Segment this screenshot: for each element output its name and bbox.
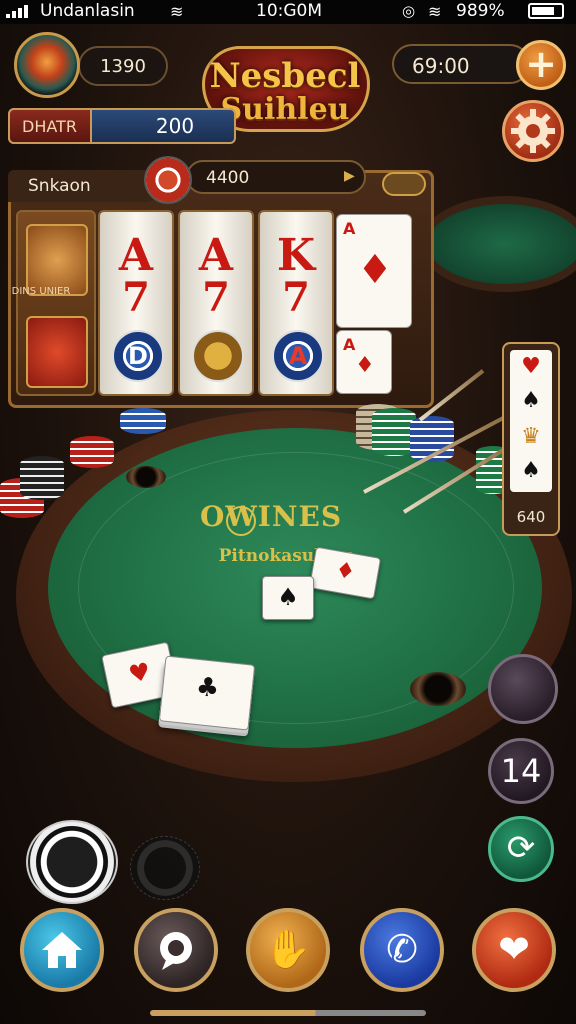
heart-icon: ♥ xyxy=(521,354,541,379)
playing-card-ace-diamonds: A ♦ xyxy=(336,214,412,328)
slot-title-tab: Snkaon xyxy=(8,170,158,202)
diamond-icon: ♦ xyxy=(355,353,375,378)
reel-1: A 7 D xyxy=(98,210,174,396)
shield-icon xyxy=(26,316,88,388)
reel-1-mid-symbol: 7 xyxy=(122,274,150,321)
table-card[interactable]: ♠ xyxy=(262,576,314,620)
slot-title: Snkaon xyxy=(28,176,91,196)
side-card-panel[interactable]: ♥ ♠ ♛ ♠ 640 xyxy=(502,342,560,536)
spade-icon: ♠ xyxy=(521,458,541,483)
phone-icon: ✆ xyxy=(386,927,418,971)
card-deck[interactable]: ♣ xyxy=(158,655,256,731)
reel-bonus xyxy=(16,210,96,396)
chat-icon xyxy=(160,932,192,970)
home-indicator xyxy=(150,1010,426,1016)
cup-holder xyxy=(410,672,466,706)
gift-icon: ❤ xyxy=(498,927,530,971)
location-icon: ◎ xyxy=(402,2,416,20)
battery-icon xyxy=(528,3,564,19)
gear-icon xyxy=(511,109,555,153)
reel-chip-letter: A xyxy=(288,342,308,370)
carrier-name: Undanlasin xyxy=(40,1,135,21)
reel-chip: D xyxy=(112,330,164,382)
clock: 10:G0M xyxy=(256,1,323,21)
timer-value: 69:00 xyxy=(412,54,470,78)
side-card-value: 640 xyxy=(516,508,546,526)
spade-icon: ♠ xyxy=(277,583,299,611)
round-counter: 14 xyxy=(500,752,542,790)
player-avatar[interactable] xyxy=(14,32,80,98)
slot-badge-icon[interactable] xyxy=(382,172,426,196)
reel-chip-letter: D xyxy=(128,342,148,370)
diamond-icon: ♦ xyxy=(333,557,358,586)
club-icon: ♣ xyxy=(194,671,221,705)
crown-icon: ♛ xyxy=(521,424,541,449)
sync-icon: ⟳ xyxy=(506,828,536,868)
phone-button[interactable]: ✆ xyxy=(360,908,444,992)
plus-icon: + xyxy=(525,42,557,86)
coin-balance: 1390 xyxy=(78,46,168,86)
chip-stack-red[interactable] xyxy=(70,436,114,468)
side-card: ♥ ♠ ♛ ♠ xyxy=(510,350,552,492)
slot-amount: 4400 xyxy=(206,168,250,188)
reel-chip: A xyxy=(272,330,324,382)
reel-3: K 7 A xyxy=(258,210,334,396)
coin-balance-value: 1390 xyxy=(100,56,146,77)
reel-3-mid-symbol: 7 xyxy=(282,274,310,321)
reel-2-mid-symbol: 7 xyxy=(202,274,230,321)
home-icon xyxy=(42,932,82,968)
signal-icon xyxy=(6,5,28,18)
bet-chip-slot[interactable] xyxy=(130,836,200,900)
hand-icon: ✋ xyxy=(264,927,312,971)
playing-card-ace-diamonds-small: A ♦ xyxy=(336,330,392,394)
treasure-icon xyxy=(192,330,244,382)
status-bar: Undanlasin ≋ 10:G0M ◎ ≋ 989% xyxy=(0,0,576,24)
chip-icon xyxy=(144,156,192,204)
bet-value: 200 xyxy=(155,114,195,138)
reel-2: A 7 xyxy=(178,210,254,396)
spade-icon: ♠ xyxy=(521,388,541,413)
cup-holder xyxy=(126,466,166,488)
background-table xyxy=(420,196,576,292)
round-counter-button[interactable]: 14 xyxy=(488,738,554,804)
battery-percent: 989% xyxy=(456,1,505,21)
bet-chip-button[interactable] xyxy=(26,820,118,904)
home-button[interactable] xyxy=(20,908,104,992)
settings-button[interactable] xyxy=(502,100,564,162)
chat-button[interactable] xyxy=(134,908,218,992)
diamond-icon: ♦ xyxy=(357,247,393,293)
bonus-tile-label: DINS UNIER xyxy=(11,286,71,297)
table-title: OWINES xyxy=(199,500,343,533)
add-coins-button[interactable]: + xyxy=(516,40,566,90)
wifi-icon: ≋ xyxy=(170,2,184,21)
gift-button[interactable]: ❤ xyxy=(472,908,556,992)
action-button[interactable] xyxy=(488,654,558,724)
play-arrow-icon[interactable]: ▶ xyxy=(344,168,355,184)
bet-label: DHATR xyxy=(8,108,92,144)
gesture-button[interactable]: ✋ xyxy=(246,908,330,992)
chip-stack-blue[interactable] xyxy=(120,408,166,434)
timer: 69:00 xyxy=(392,44,530,84)
wifi-icon-2: ≋ xyxy=(428,2,442,21)
refresh-button[interactable]: ⟳ xyxy=(488,816,554,882)
game-logo-line1: Nesbecl xyxy=(209,56,361,96)
chip-stack-black[interactable] xyxy=(20,456,64,500)
